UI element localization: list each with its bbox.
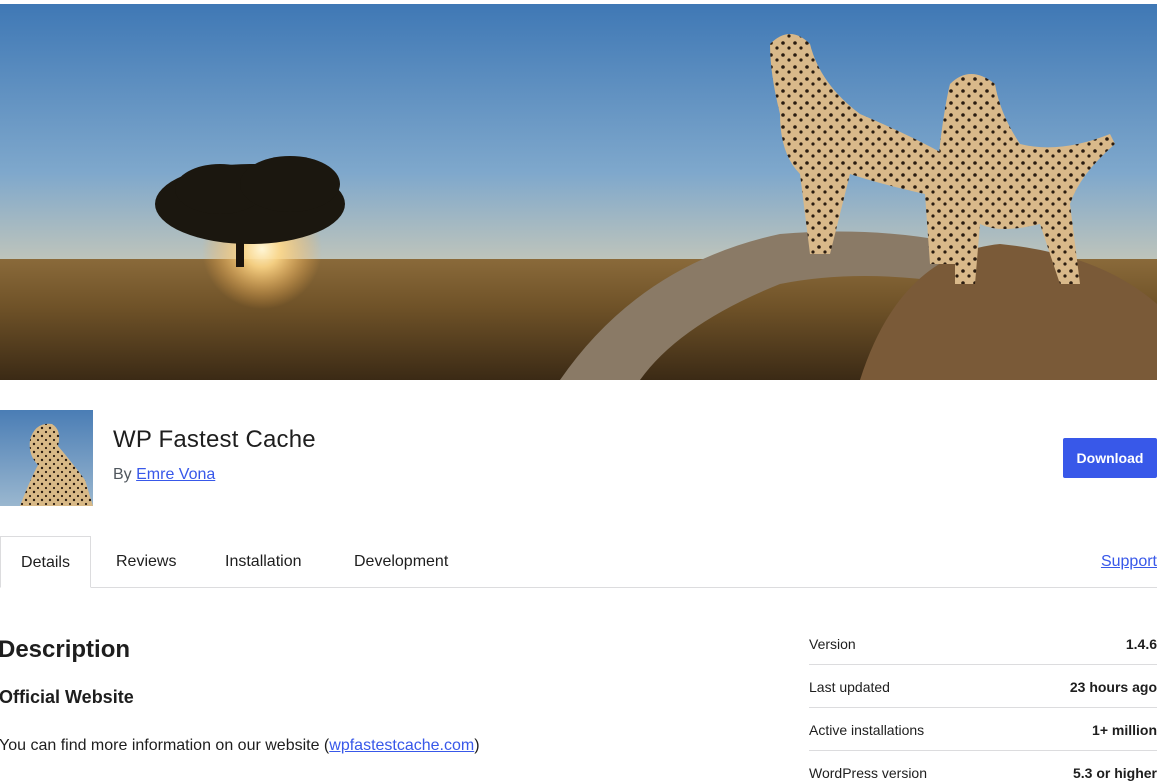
website-link[interactable]: wpfastestcache.com — [329, 737, 474, 754]
meta-label: Active installations — [809, 722, 925, 738]
meta-value: 1.4.6 — [1125, 636, 1157, 652]
description-heading: Description — [0, 636, 131, 663]
meta-label: WordPress version — [809, 765, 928, 781]
meta-row-version: Version 1.4.6 — [809, 622, 1157, 665]
plugin-meta: Version 1.4.6 Last updated 23 hours ago … — [809, 622, 1157, 784]
plugin-title: WP Fastest Cache — [113, 426, 316, 453]
plugin-tabs: Details Reviews Installation Development… — [0, 536, 1157, 588]
tab-installation[interactable]: Installation — [225, 536, 302, 588]
plugin-banner-image — [0, 4, 1157, 380]
meta-row-wordpress-version: WordPress version 5.3 or higher — [809, 751, 1157, 784]
by-prefix: By — [113, 466, 132, 483]
download-button[interactable]: Download — [1063, 438, 1157, 478]
author-link[interactable]: Emre Vona — [136, 466, 215, 483]
plugin-byline: By Emre Vona — [113, 466, 215, 484]
description-text-suffix: ) — [474, 737, 480, 754]
meta-value: 23 hours ago — [1069, 679, 1157, 695]
tab-reviews[interactable]: Reviews — [116, 536, 176, 588]
plugin-header: WP Fastest Cache By Emre Vona Download — [0, 410, 1157, 506]
meta-label: Version — [809, 636, 856, 652]
description-text-prefix: You can find more information on our web… — [0, 737, 330, 754]
meta-value: 1+ million — [1092, 722, 1157, 738]
meta-label: Last updated — [809, 679, 890, 695]
meta-row-last-updated: Last updated 23 hours ago — [809, 665, 1157, 708]
tab-development[interactable]: Development — [354, 536, 448, 588]
tab-details[interactable]: Details — [0, 536, 91, 588]
official-website-heading: Official Website — [0, 687, 134, 707]
plugin-icon — [0, 410, 93, 506]
meta-value: 5.3 or higher — [1072, 765, 1157, 781]
description-text: You can find more information on our web… — [0, 737, 480, 755]
meta-row-active-installations: Active installations 1+ million — [809, 708, 1157, 751]
support-link[interactable]: Support — [1101, 536, 1157, 588]
